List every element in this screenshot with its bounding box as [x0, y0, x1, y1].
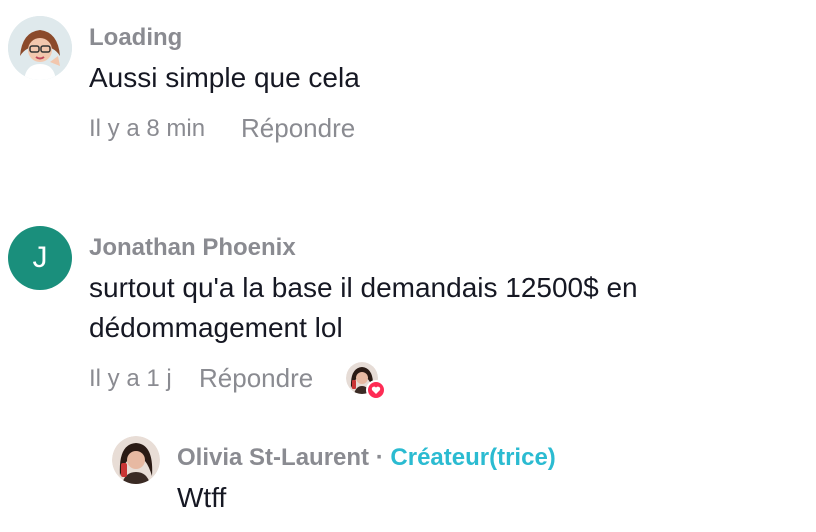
separator-dot: · — [375, 444, 384, 471]
reply-text: Wtff — [177, 482, 227, 513]
creator-badge: Créateur(trice) — [390, 444, 556, 471]
reply-author[interactable]: Olivia St-Laurent — [177, 444, 369, 471]
reply-author-line: Olivia St-Laurent · Créateur(trice) — [177, 444, 556, 472]
avatar[interactable] — [112, 436, 160, 484]
reply-item: Olivia St-Laurent · Créateur(trice) Wtff — [0, 0, 816, 532]
